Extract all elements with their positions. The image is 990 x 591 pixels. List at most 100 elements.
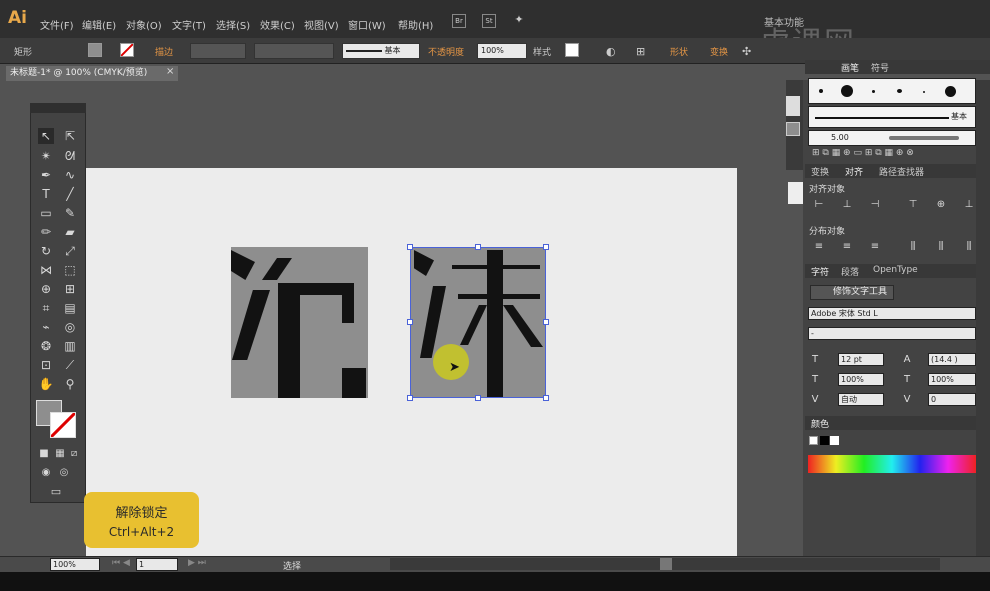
font-size-field[interactable]: 12 pt — [838, 353, 884, 366]
mesh-tool-icon[interactable]: ⌗ — [38, 300, 54, 316]
shape-builder-tool-icon[interactable]: ⊕ — [38, 281, 54, 297]
brush-dots-row[interactable] — [808, 78, 976, 104]
brush-dot[interactable] — [872, 90, 875, 93]
resize-handle[interactable] — [475, 244, 481, 250]
opacity-label[interactable]: 不透明度 — [428, 45, 464, 58]
hand-tool-icon[interactable]: ✋ — [38, 376, 54, 392]
distribute-left-icon[interactable]: ⫼ — [906, 240, 920, 254]
recolor-icon[interactable]: ◐ — [606, 45, 616, 58]
artboard-nav-prev-icon[interactable]: ⏮ ◀ — [112, 558, 130, 568]
resize-handle[interactable] — [543, 319, 549, 325]
stroke-weight-dropdown[interactable] — [190, 43, 246, 59]
draw-mode-icon[interactable]: ◉ — [38, 465, 54, 481]
scale-tool-icon[interactable]: ⤢ — [62, 243, 78, 259]
magic-wand-tool-icon[interactable]: ✴ — [38, 148, 54, 164]
stock-icon[interactable]: St — [482, 14, 496, 28]
resize-handle[interactable] — [543, 395, 549, 401]
symbol-sprayer-tool-icon[interactable]: ❂ — [38, 338, 54, 354]
free-transform-tool-icon[interactable]: ⬚ — [62, 262, 78, 278]
font-family-field[interactable]: Adobe 宋体 Std L — [808, 307, 976, 320]
distribute-bottom-icon[interactable]: ≡ — [868, 240, 882, 254]
tab-transform[interactable]: 变换 — [811, 165, 829, 178]
artboard-nav-next-icon[interactable]: ▶ ⏭ — [188, 558, 206, 568]
brush-dot[interactable] — [945, 86, 956, 97]
resize-handle[interactable] — [475, 395, 481, 401]
brush-dot[interactable] — [841, 85, 853, 97]
menu-help[interactable]: 帮助(H) — [398, 17, 433, 32]
tab-align[interactable]: 对齐 — [845, 165, 863, 178]
eyedropper-tool-icon[interactable]: ⌁ — [38, 319, 54, 335]
screen-mode-icon[interactable]: ▭ — [48, 484, 64, 500]
brush-definition-dropdown[interactable]: 基本 — [342, 43, 420, 59]
arrange-icon[interactable]: ✦ — [512, 14, 526, 28]
horizontal-scroll-thumb[interactable] — [660, 558, 672, 570]
menu-type[interactable]: 文字(T) — [172, 17, 206, 32]
pen-tool-icon[interactable]: ✒ — [38, 167, 54, 183]
graphic-style-swatch[interactable] — [565, 43, 579, 57]
menu-file[interactable]: 文件(F) — [40, 17, 74, 32]
tab-pathfinder[interactable]: 路径查找器 — [879, 165, 924, 178]
tab-symbols[interactable]: 符号 — [871, 61, 889, 74]
color-black-swatch[interactable] — [820, 436, 829, 445]
dock-scrollbar[interactable] — [976, 80, 990, 556]
curvature-tool-icon[interactable]: ∿ — [62, 167, 78, 183]
isolate-icon[interactable]: ✣ — [742, 45, 751, 58]
touch-type-button[interactable]: 修饰文字工具 — [810, 285, 894, 300]
align-bottom-icon[interactable]: ⊥ — [962, 198, 976, 212]
slice-tool-icon[interactable]: ⟋ — [62, 357, 78, 373]
kerning-field[interactable]: 自动 — [838, 393, 884, 406]
shape-link[interactable]: 形状 — [670, 45, 688, 58]
line-tool-icon[interactable]: ╱ — [62, 186, 78, 202]
tracking-field[interactable]: 0 — [928, 393, 976, 406]
horizontal-scale-field[interactable]: 100% — [928, 373, 976, 386]
tools-panel-header[interactable] — [30, 103, 86, 113]
distribute-hcenter-icon[interactable]: ⫼ — [934, 240, 948, 254]
stroke-label[interactable]: 描边 — [155, 45, 173, 58]
opacity-field[interactable]: 100% — [477, 43, 527, 59]
color-white-swatch[interactable] — [830, 436, 839, 445]
brush-calligraphic-row[interactable]: 5.00 — [808, 130, 976, 146]
menu-view[interactable]: 视图(V) — [304, 17, 339, 32]
resize-handle[interactable] — [407, 319, 413, 325]
menu-object[interactable]: 对象(O) — [126, 17, 162, 32]
brush-stroke-row[interactable]: 基本 — [808, 106, 976, 128]
graph-tool-icon[interactable]: ▥ — [62, 338, 78, 354]
perspective-grid-tool-icon[interactable]: ⊞ — [62, 281, 78, 297]
align-hcenter-icon[interactable]: ⊥ — [840, 198, 854, 212]
tab-color[interactable]: 颜色 — [811, 417, 829, 430]
align-vcenter-icon[interactable]: ⊕ — [934, 198, 948, 212]
draw-behind-icon[interactable]: ◎ — [56, 465, 72, 481]
stroke-color-box[interactable] — [49, 411, 77, 439]
menu-select[interactable]: 选择(S) — [216, 17, 250, 32]
color-none-icon[interactable] — [809, 436, 818, 445]
variable-width-dropdown[interactable] — [254, 43, 334, 59]
blend-tool-icon[interactable]: ◎ — [62, 319, 78, 335]
stroke-swatch[interactable] — [120, 43, 134, 57]
panel-thumb-icon[interactable] — [788, 182, 803, 204]
width-tool-icon[interactable]: ⋈ — [38, 262, 54, 278]
selection-tool-icon[interactable]: ↖ — [38, 128, 54, 144]
selection-bounding-box[interactable] — [410, 247, 546, 398]
eraser-tool-icon[interactable]: ▰ — [62, 224, 78, 240]
align-top-icon[interactable]: ⊤ — [906, 198, 920, 212]
brush-dot[interactable] — [897, 89, 902, 93]
artboard-tool-icon[interactable]: ⊡ — [38, 357, 54, 373]
none-mode-icon[interactable]: ⧄ — [66, 446, 82, 462]
pencil-tool-icon[interactable]: ✏ — [38, 224, 54, 240]
distribute-top-icon[interactable]: ≡ — [812, 240, 826, 254]
zoom-tool-icon[interactable]: ⚲ — [62, 376, 78, 392]
font-style-field[interactable]: - — [808, 327, 976, 340]
tab-paragraph[interactable]: 段落 — [841, 265, 859, 278]
panel-swatch-icon[interactable] — [786, 96, 800, 116]
align-left-icon[interactable]: ⊢ — [812, 198, 826, 212]
leading-field[interactable]: (14.4 ) — [928, 353, 976, 366]
brush-panel-footer-icons[interactable]: ⊞ ⧉ ▦ ⊕ ▭ ⊞ ⧉ ▦ ⊕ ⊗ — [812, 148, 914, 158]
tab-brushes[interactable]: 画笔 — [841, 61, 859, 74]
resize-handle[interactable] — [407, 244, 413, 250]
align-to-icon[interactable]: ⊞ — [636, 45, 645, 58]
distribute-vcenter-icon[interactable]: ≡ — [840, 240, 854, 254]
vertical-scale-field[interactable]: 100% — [838, 373, 884, 386]
direct-selection-tool-icon[interactable]: ⇱ — [62, 128, 78, 144]
tab-character[interactable]: 字符 — [811, 265, 829, 278]
distribute-right-icon[interactable]: ⫼ — [962, 240, 976, 254]
